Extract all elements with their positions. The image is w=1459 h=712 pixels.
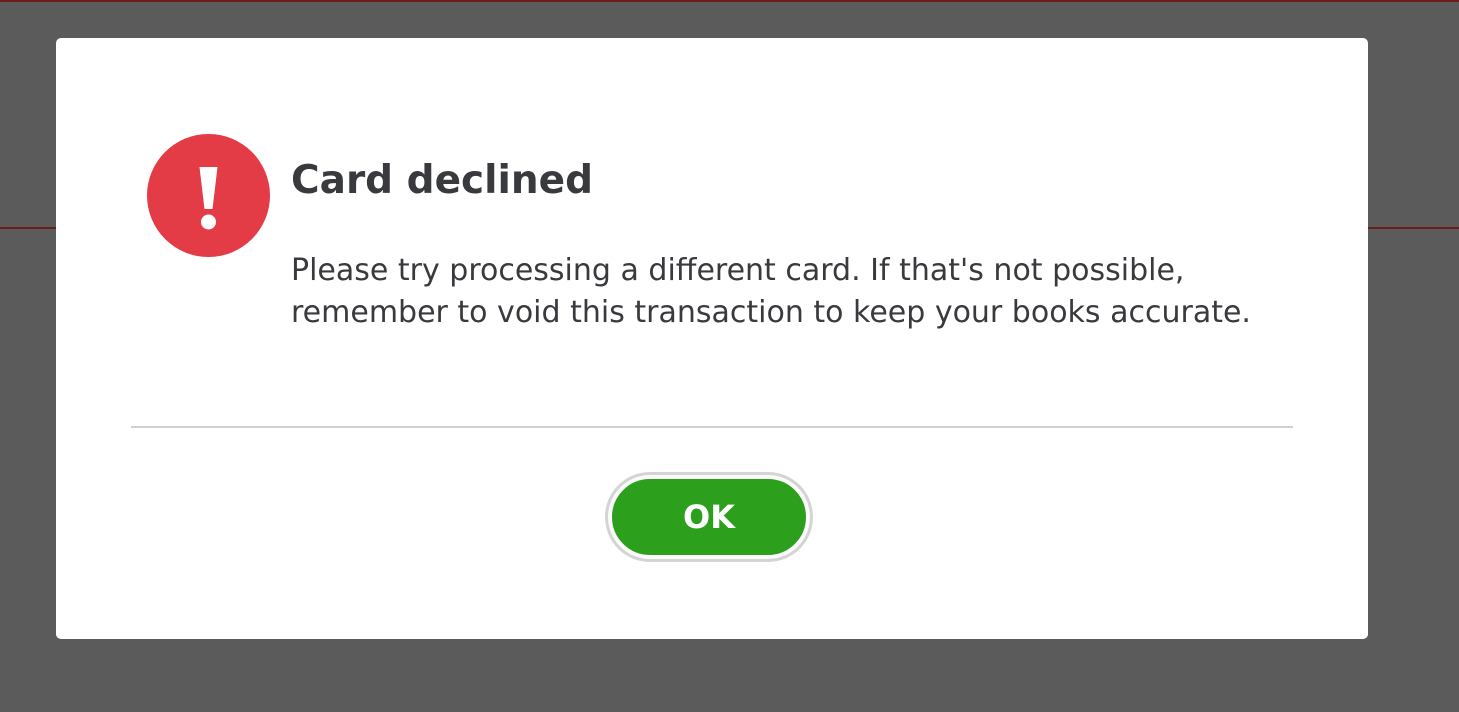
backdrop-top-rule — [0, 0, 1459, 2]
card-declined-dialog: Card declined Please try processing a di… — [56, 38, 1368, 639]
dialog-message: Please try processing a different card. … — [291, 253, 1251, 330]
dialog-title: Card declined — [291, 158, 594, 203]
ok-button[interactable]: OK — [608, 475, 810, 559]
dialog-divider — [131, 426, 1293, 428]
exclamation-alert-icon — [147, 134, 270, 257]
